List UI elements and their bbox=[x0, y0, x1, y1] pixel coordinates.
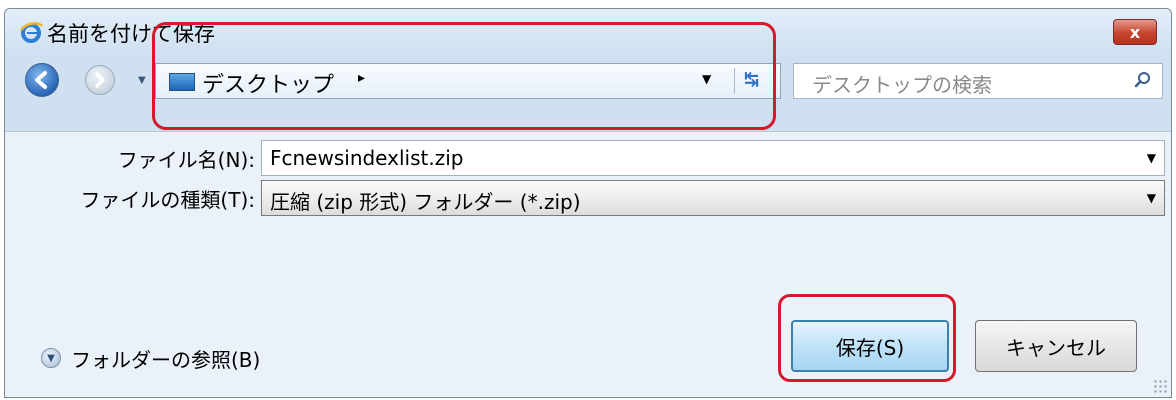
internet-explorer-icon bbox=[20, 22, 43, 43]
browse-folders-label[interactable]: フォルダーの参照(B) bbox=[71, 344, 260, 373]
address-bar[interactable]: デスクトップ ▸ ▼ ↹ bbox=[155, 63, 781, 99]
address-divider bbox=[734, 68, 735, 94]
dialog-body: ファイル名(N): Fcnewsindexlist.zip ▼ ファイルの種類(… bbox=[5, 131, 1171, 397]
close-icon: x bbox=[1129, 22, 1141, 42]
navigation-bar: ▼ デスクトップ ▸ ▼ ↹ デスクトップの検索 bbox=[5, 55, 1171, 111]
refresh-icon[interactable]: ↹ bbox=[744, 69, 759, 90]
title-bar: 名前を付けて保存 x bbox=[5, 9, 1171, 55]
filetype-label: ファイルの種類(T): bbox=[80, 188, 255, 212]
filename-dropdown-icon[interactable]: ▼ bbox=[1147, 151, 1156, 165]
breadcrumb-arrow-icon[interactable]: ▸ bbox=[358, 70, 365, 86]
filename-field[interactable]: Fcnewsindexlist.zip ▼ bbox=[261, 140, 1165, 176]
expand-chevron-icon[interactable]: ▼ bbox=[41, 348, 61, 368]
close-button[interactable]: x bbox=[1113, 19, 1157, 45]
filename-label: ファイル名(N): bbox=[117, 148, 255, 172]
save-button[interactable]: 保存(S) bbox=[791, 320, 949, 372]
window-title: 名前を付けて保存 bbox=[47, 22, 215, 46]
filename-value[interactable]: Fcnewsindexlist.zip bbox=[270, 146, 463, 170]
search-icon[interactable] bbox=[1134, 71, 1152, 89]
search-input[interactable]: デスクトップの検索 bbox=[793, 63, 1163, 99]
search-placeholder: デスクトップの検索 bbox=[812, 73, 992, 97]
save-as-dialog: 名前を付けて保存 x ▼ デスクトップ ▸ ▼ ↹ デスクトップの検索 ファイル… bbox=[4, 8, 1172, 398]
filetype-value[interactable]: 圧縮 (zip 形式) フォルダー (*.zip) bbox=[270, 186, 581, 215]
address-dropdown-icon[interactable]: ▼ bbox=[702, 72, 711, 86]
forward-button[interactable] bbox=[85, 65, 115, 95]
resize-grip-icon[interactable] bbox=[1153, 379, 1167, 393]
filetype-select[interactable]: 圧縮 (zip 形式) フォルダー (*.zip) ▼ bbox=[261, 180, 1165, 216]
cancel-button[interactable]: キャンセル bbox=[975, 320, 1137, 372]
desktop-icon bbox=[169, 73, 195, 91]
back-button[interactable] bbox=[25, 63, 59, 97]
forward-arrow-icon bbox=[95, 72, 105, 88]
recent-pages-dropdown-icon[interactable]: ▼ bbox=[138, 75, 146, 86]
back-arrow-icon bbox=[35, 71, 47, 89]
address-location[interactable]: デスクトップ bbox=[202, 67, 334, 99]
filetype-dropdown-icon[interactable]: ▼ bbox=[1147, 191, 1156, 205]
